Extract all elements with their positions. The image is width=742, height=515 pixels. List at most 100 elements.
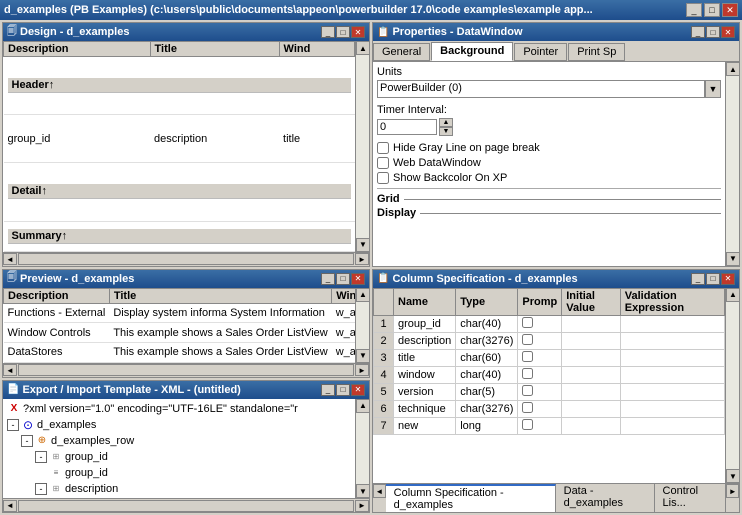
colspec-prompt-1[interactable] (518, 315, 562, 332)
tab-background[interactable]: Background (431, 42, 513, 61)
props-minimize-btn[interactable]: _ (691, 26, 705, 38)
prev-hscroll-left[interactable]: ◄ (3, 364, 17, 376)
colspec-row-2[interactable]: 2 description char(3276) (374, 332, 725, 349)
colspec-row-7[interactable]: 7 new long (374, 417, 725, 434)
xml-toggle-5[interactable]: - (35, 483, 47, 495)
preview-row-2[interactable]: DataStores This example shows a Sales Or… (4, 343, 356, 363)
xml-scroll-track[interactable] (356, 413, 369, 484)
preview-scroll-track[interactable] (356, 302, 369, 349)
props-scroll-track[interactable] (726, 76, 739, 252)
colspec-row-1[interactable]: 1 group_id char(40) (374, 315, 725, 332)
props-close-btn[interactable]: ✕ (721, 26, 735, 38)
prev-hscroll-track[interactable] (18, 364, 354, 376)
colspec-type-6: char(3276) (456, 400, 518, 417)
colspec-close-btn[interactable]: ✕ (721, 273, 735, 285)
colspec-validation-5 (620, 383, 724, 400)
xml-maximize-btn[interactable]: □ (336, 384, 350, 396)
prev-hscroll-right[interactable]: ► (355, 364, 369, 376)
units-dropdown[interactable]: PowerBuilder (0) ▼ (377, 80, 721, 98)
minimize-button[interactable]: _ (686, 3, 702, 17)
xml-toggle-2[interactable]: - (21, 435, 33, 447)
xml-line-4[interactable]: ≡ group_id (5, 465, 353, 481)
preview-scroll-up[interactable]: ▲ (356, 288, 369, 302)
xml-scroll-down[interactable]: ▼ (356, 484, 369, 498)
design-close-btn[interactable]: ✕ (351, 26, 365, 38)
design-scrollbar[interactable]: ▲ ▼ (355, 41, 369, 252)
tab-data[interactable]: Data - d_examples (556, 484, 655, 512)
preview-col-desc: Description (4, 288, 110, 303)
tab-column-spec[interactable]: Column Specification - d_examples (386, 484, 556, 512)
timer-up[interactable]: ▲ (439, 118, 453, 127)
preview-row-0[interactable]: Functions - External Display system info… (4, 303, 356, 323)
xml-close-btn[interactable]: ✕ (351, 384, 365, 396)
preview-hscroll[interactable]: ◄ ► (3, 363, 369, 377)
hscroll-left[interactable]: ◄ (3, 253, 17, 265)
xml-line-1[interactable]: - ⊙ d_examples (5, 417, 353, 433)
tab-control-list[interactable]: Control Lis... (655, 484, 727, 512)
design-scroll-down[interactable]: ▼ (356, 238, 369, 252)
props-scroll-down[interactable]: ▼ (726, 252, 739, 266)
close-button[interactable]: ✕ (722, 3, 738, 17)
design-hscroll[interactable]: ◄ ► (3, 252, 369, 266)
cb-backcolor[interactable] (377, 172, 389, 184)
preview-row1-window: w_add_sales_order_ (332, 323, 355, 343)
timer-input[interactable] (377, 119, 437, 135)
units-dropdown-arrow[interactable]: ▼ (705, 80, 721, 98)
tab-printsp[interactable]: Print Sp (568, 43, 625, 61)
tab-pointer[interactable]: Pointer (514, 43, 567, 61)
maximize-button[interactable]: □ (704, 3, 720, 17)
xml-toggle-3[interactable]: - (35, 451, 47, 463)
colspec-prompt-4[interactable] (518, 366, 562, 383)
colspec-scrollbar[interactable]: ▲ ▼ (725, 288, 739, 484)
preview-maximize-btn[interactable]: □ (336, 273, 350, 285)
cb-gray-line[interactable] (377, 142, 389, 154)
preview-row-1[interactable]: Window Controls This example shows a Sal… (4, 323, 356, 343)
preview-minimize-btn[interactable]: _ (321, 273, 335, 285)
cb-web-dw[interactable] (377, 157, 389, 169)
xml-line-5[interactable]: - ⊞ description (5, 481, 353, 497)
colspec-minimize-btn[interactable]: _ (691, 273, 705, 285)
design-minimize-btn[interactable]: _ (321, 26, 335, 38)
hscroll-track[interactable] (18, 253, 354, 265)
colspec-prompt-5[interactable] (518, 383, 562, 400)
tab-general[interactable]: General (373, 43, 430, 61)
colspec-scroll-down[interactable]: ▼ (726, 469, 739, 483)
colspec-prompt-7[interactable] (518, 417, 562, 434)
xml-line-0[interactable]: X ?xml version="1.0" encoding="UTF-16LE"… (5, 401, 353, 417)
hscroll-right[interactable]: ► (355, 253, 369, 265)
colspec-row-4[interactable]: 4 window char(40) (374, 366, 725, 383)
props-scroll-up[interactable]: ▲ (726, 62, 739, 76)
colspec-maximize-btn[interactable]: □ (706, 273, 720, 285)
colspec-name-2: description (394, 332, 456, 349)
colspec-scroll-area[interactable]: Name Type Promp Initial Value Validation… (373, 288, 725, 484)
xml-hscroll-left[interactable]: ◄ (3, 500, 17, 512)
xml-hscroll-right[interactable]: ► (355, 500, 369, 512)
xml-scroll-up[interactable]: ▲ (356, 399, 369, 413)
design-scroll-up[interactable]: ▲ (356, 41, 369, 55)
colspec-prompt-2[interactable] (518, 332, 562, 349)
props-scrollbar[interactable]: ▲ ▼ (725, 62, 739, 266)
colspec-scroll-up[interactable]: ▲ (726, 288, 739, 302)
tab-scroll-left[interactable]: ◄ (373, 484, 386, 498)
design-scroll-track[interactable] (356, 55, 369, 238)
xml-toggle-1[interactable]: - (7, 419, 19, 431)
colspec-row-6[interactable]: 6 technique char(3276) (374, 400, 725, 417)
props-maximize-btn[interactable]: □ (706, 26, 720, 38)
tab-scroll-right[interactable]: ► (726, 484, 739, 498)
colspec-prompt-3[interactable] (518, 349, 562, 366)
preview-scrollbar[interactable]: ▲ ▼ (355, 288, 369, 363)
xml-minimize-btn[interactable]: _ (321, 384, 335, 396)
xml-line-2[interactable]: - ⊕ d_examples_row (5, 433, 353, 449)
colspec-scroll-track[interactable] (726, 302, 739, 470)
colspec-prompt-6[interactable] (518, 400, 562, 417)
xml-hscroll-track[interactable] (18, 500, 354, 512)
xml-line-3[interactable]: - ⊞ group_id (5, 449, 353, 465)
colspec-row-5[interactable]: 5 version char(5) (374, 383, 725, 400)
preview-scroll-down[interactable]: ▼ (356, 349, 369, 363)
colspec-row-3[interactable]: 3 title char(60) (374, 349, 725, 366)
design-maximize-btn[interactable]: □ (336, 26, 350, 38)
preview-close-btn[interactable]: ✕ (351, 273, 365, 285)
xml-hscroll[interactable]: ◄ ► (3, 498, 369, 512)
timer-down[interactable]: ▼ (439, 127, 453, 136)
xml-scrollbar[interactable]: ▲ ▼ (355, 399, 369, 498)
